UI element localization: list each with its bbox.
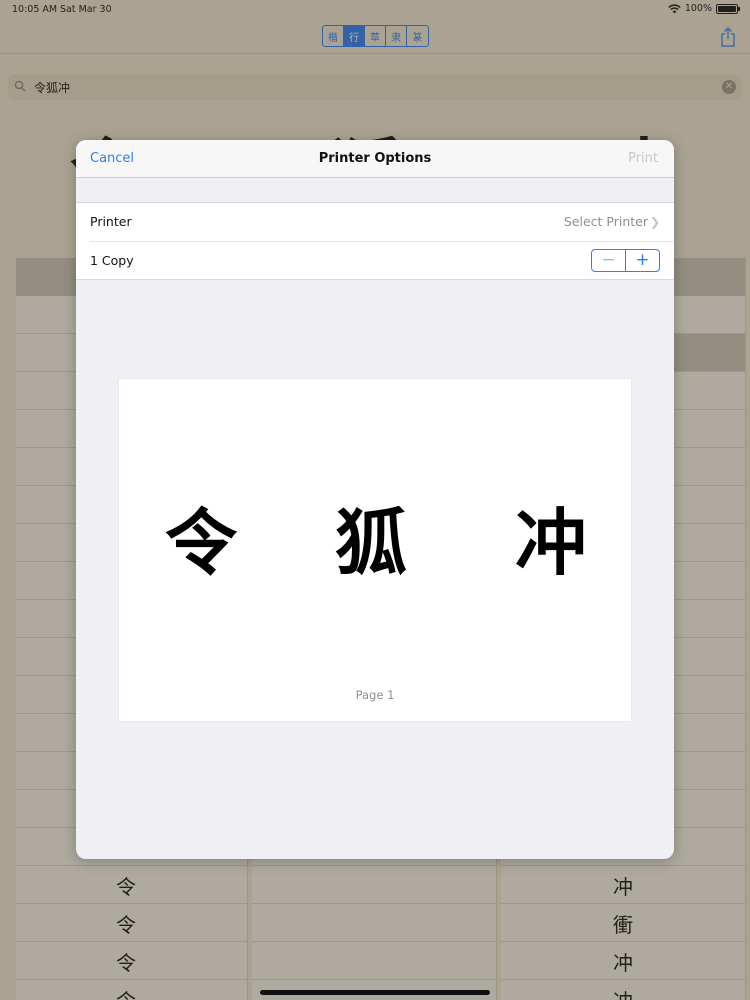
- page-label: Page 1: [355, 688, 395, 702]
- printer-value[interactable]: Select Printer: [564, 214, 648, 229]
- preview-char: 冲: [515, 500, 588, 585]
- printer-options-dialog: Cancel Printer Options Print Printer Sel…: [76, 140, 674, 859]
- increment-button[interactable]: +: [626, 250, 659, 271]
- dialog-header: Cancel Printer Options Print: [76, 140, 674, 178]
- home-indicator: [260, 990, 490, 995]
- copies-stepper[interactable]: − +: [591, 249, 660, 272]
- preview-char: 令: [165, 500, 238, 585]
- dialog-title: Printer Options: [318, 151, 432, 166]
- print-button[interactable]: Print: [628, 151, 658, 166]
- decrement-button[interactable]: −: [592, 250, 626, 271]
- chevron-right-icon: ❯: [649, 215, 660, 229]
- copies-label: 1 Copy: [90, 253, 134, 268]
- printer-settings-group: Printer Select Printer ❯ 1 Copy − +: [76, 202, 674, 280]
- print-preview-page[interactable]: 令 狐 冲 Page 1: [119, 379, 631, 721]
- printer-label: Printer: [90, 214, 132, 229]
- printer-row[interactable]: Printer Select Printer ❯: [76, 203, 674, 241]
- copies-row: 1 Copy − +: [90, 241, 674, 279]
- preview-char: 狐: [335, 500, 408, 585]
